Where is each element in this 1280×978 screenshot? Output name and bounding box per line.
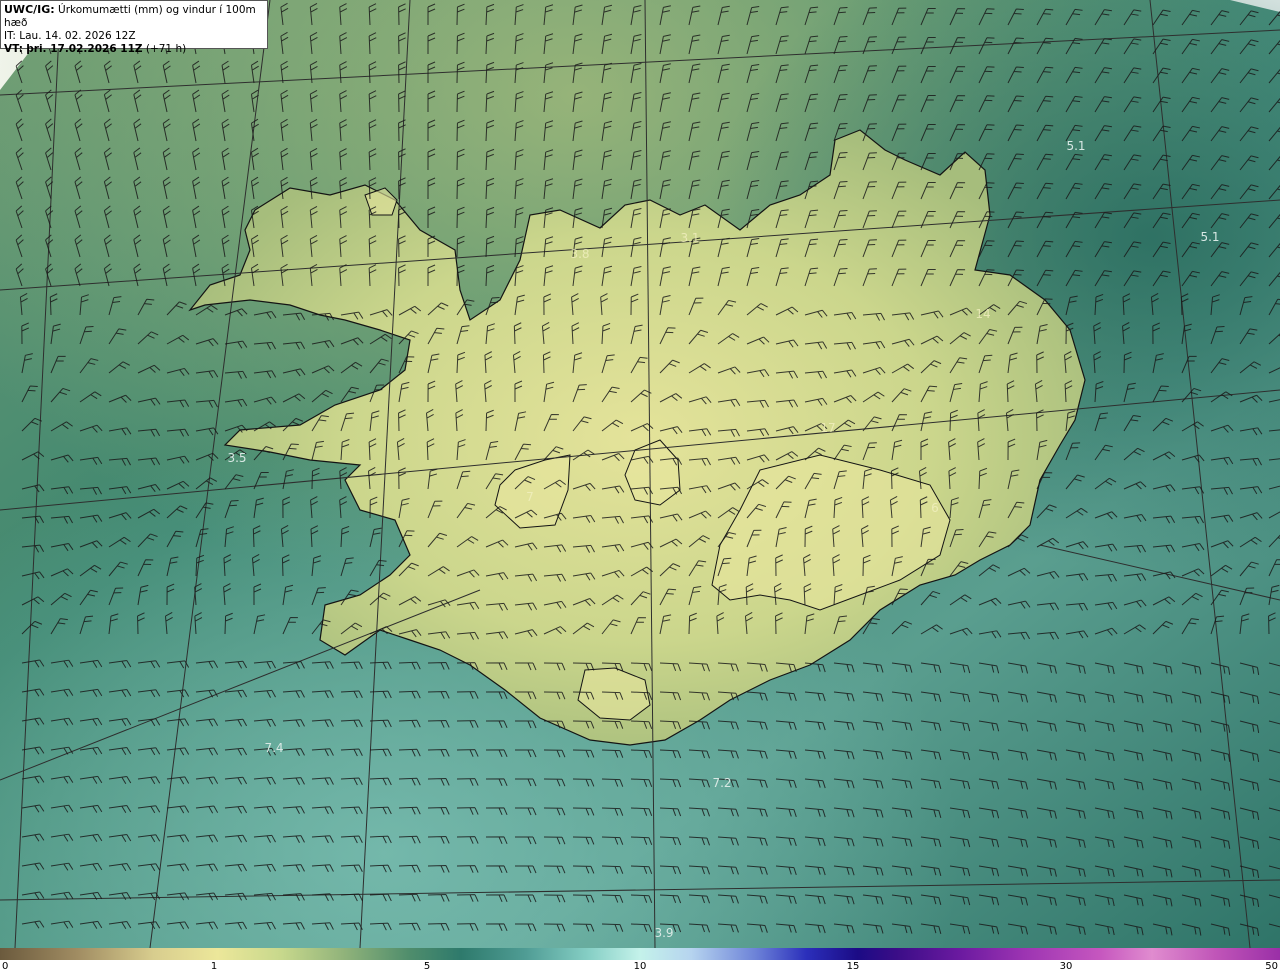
valid-label: VT: (4, 43, 23, 55)
precipitation-colorbar: 0 1 5 10 15 30 50 (0, 948, 1280, 978)
value-label-n: 3.1 (680, 231, 700, 245)
value-label-s: 7.2 (712, 776, 732, 790)
init-time: Lau. 14. 02. 2026 12Z (19, 30, 136, 42)
forecast-map: 5.1 5.1 3.8 3.1 14 17 3.5 7 6 7.4 7.2 3.… (0, 0, 1280, 948)
value-label-lang: 7 (526, 490, 534, 504)
value-label-e2: 5.1 (1200, 230, 1220, 244)
lead-time: (+71 h) (145, 43, 187, 55)
title-line: UWC/IG: Úrkomumætti (mm) og vindur í 100… (4, 3, 264, 30)
colorbar-tick-50: 50 (1265, 961, 1278, 972)
colorbar-tick-30: 30 (1059, 961, 1073, 972)
value-label-sw: 7.4 (264, 741, 284, 755)
model-code: UWC/IG: (4, 3, 55, 16)
colorbar-tick-15: 15 (846, 961, 860, 972)
value-label-nw: 3.8 (570, 247, 590, 261)
map-canvas (0, 0, 1280, 948)
map-info-box: UWC/IG: Úrkomumætti (mm) og vindur í 100… (0, 0, 268, 55)
colorbar-tick-1: 1 (210, 961, 218, 972)
valid-time: þri. 17.02.2026 11Z (26, 43, 143, 55)
value-label-ss: 3.9 (654, 926, 674, 940)
value-label-se: 6 (931, 501, 939, 515)
colorbar-tick-5: 5 (423, 961, 431, 972)
value-label-c: 17 (820, 421, 836, 435)
value-label-w: 3.5 (227, 451, 247, 465)
colorbar-strip (0, 948, 1280, 960)
value-label-ne: 14 (975, 307, 991, 321)
value-label-e1: 5.1 (1066, 139, 1086, 153)
init-time-line: IT: Lau. 14. 02. 2026 12Z (4, 30, 264, 43)
init-label: IT: (4, 30, 16, 42)
colorbar-tick-0: 0 (2, 961, 9, 972)
colorbar-tick-10: 10 (633, 961, 647, 972)
valid-time-line: VT: þri. 17.02.2026 11Z (+71 h) (4, 43, 264, 56)
